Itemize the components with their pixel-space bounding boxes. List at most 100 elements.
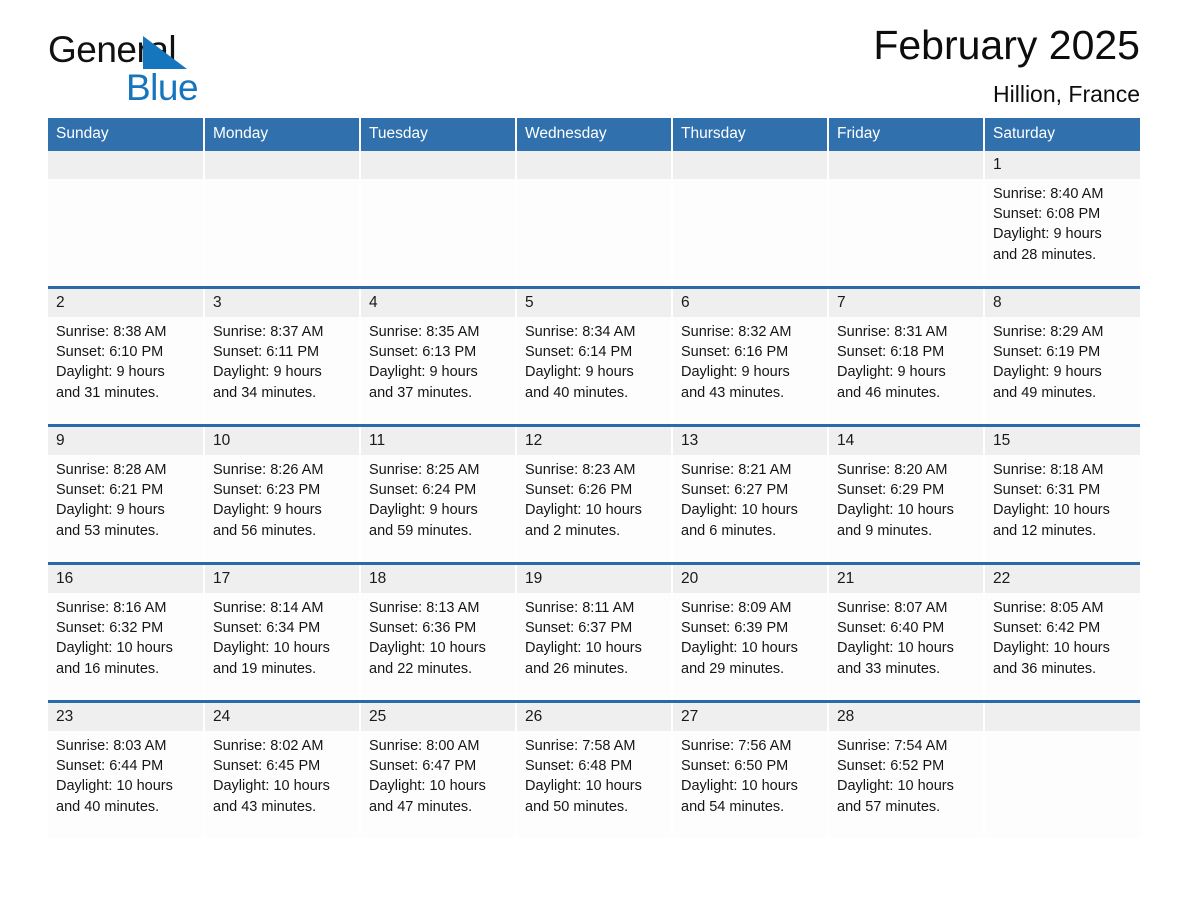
sunrise-time: Sunrise: 7:58 AM [525, 738, 636, 754]
sunrise-time: Sunrise: 8:31 AM [837, 324, 948, 340]
calendar-day-cell[interactable]: 10 Sunrise: 8:26 AM Sunset: 6:23 PM Dayligh… [204, 424, 361, 564]
day-sun-info: Sunrise: 8:21 AM Sunset: 6:27 PM Daylight:… [673, 455, 827, 541]
calendar-day-cell[interactable]: 18 Sunrise: 8:13 AM Sunset: 6:36 PM Dayligh… [360, 562, 517, 702]
calendar-week-row: 1 Sunrise: 8:40 AM Sunset: 6:08 PM Daylight… [48, 151, 1140, 288]
day-number: 6 [673, 289, 827, 317]
day-sun-info: Sunrise: 8:28 AM Sunset: 6:21 PM Daylight:… [48, 455, 203, 541]
daylight-duration-line2: and 6 minutes. [681, 522, 777, 539]
calendar-day-cell[interactable]: 2 Sunrise: 8:38 AM Sunset: 6:10 PM Daylight… [48, 286, 205, 426]
calendar-day-cell[interactable]: 26 Sunrise: 7:58 AM Sunset: 6:48 PM Dayligh… [516, 700, 673, 838]
calendar-day-cell[interactable]: 23 Sunrise: 8:03 AM Sunset: 6:44 PM Dayligh… [48, 700, 205, 838]
daylight-duration-line1: Daylight: 9 hours [56, 364, 165, 381]
sunrise-time: Sunrise: 7:56 AM [681, 738, 792, 754]
page-title: February 2025 [873, 22, 1140, 68]
daylight-duration-line2: and 28 minutes. [993, 246, 1097, 263]
calendar-day-cell[interactable]: 5 Sunrise: 8:34 AM Sunset: 6:14 PM Daylight… [516, 286, 673, 426]
weekday-header-monday: Monday [204, 118, 361, 151]
day-sun-info: Sunrise: 7:54 AM Sunset: 6:52 PM Daylight:… [829, 731, 983, 817]
calendar-day-cell[interactable]: 14 Sunrise: 8:20 AM Sunset: 6:29 PM Dayligh… [828, 424, 985, 564]
day-sun-info: Sunrise: 8:37 AM Sunset: 6:11 PM Daylight:… [205, 317, 359, 403]
daylight-duration-line1: Daylight: 10 hours [837, 502, 954, 519]
calendar-day-cell[interactable]: 6 Sunrise: 8:32 AM Sunset: 6:16 PM Daylight… [672, 286, 829, 426]
day-number: 18 [361, 565, 515, 593]
sunset-time: Sunset: 6:45 PM [213, 758, 321, 775]
day-sun-info: Sunrise: 8:00 AM Sunset: 6:47 PM Daylight:… [361, 731, 515, 817]
daylight-duration-line1: Daylight: 10 hours [56, 640, 173, 657]
weekday-header-friday: Friday [828, 118, 985, 151]
daylight-duration-line2: and 40 minutes. [56, 798, 160, 815]
logo-triangle-icon [143, 36, 187, 69]
calendar-day-cell[interactable]: 16 Sunrise: 8:16 AM Sunset: 6:32 PM Dayligh… [48, 562, 205, 702]
daylight-duration-line1: Daylight: 9 hours [681, 364, 790, 381]
calendar-day-cell[interactable]: 17 Sunrise: 8:14 AM Sunset: 6:34 PM Dayligh… [204, 562, 361, 702]
day-sun-info: Sunrise: 8:09 AM Sunset: 6:39 PM Daylight:… [673, 593, 827, 679]
calendar-day-cell[interactable]: 7 Sunrise: 8:31 AM Sunset: 6:18 PM Daylight… [828, 286, 985, 426]
sunset-time: Sunset: 6:24 PM [369, 482, 477, 499]
calendar-day-cell[interactable]: 1 Sunrise: 8:40 AM Sunset: 6:08 PM Daylight… [984, 151, 1140, 288]
calendar-day-cell[interactable]: 25 Sunrise: 8:00 AM Sunset: 6:47 PM Dayligh… [360, 700, 517, 838]
calendar-day-cell[interactable]: 20 Sunrise: 8:09 AM Sunset: 6:39 PM Dayligh… [672, 562, 829, 702]
sunrise-time: Sunrise: 8:34 AM [525, 324, 636, 340]
sunrise-time: Sunrise: 8:38 AM [56, 324, 167, 340]
calendar-day-cell[interactable]: 28 Sunrise: 7:54 AM Sunset: 6:52 PM Dayligh… [828, 700, 985, 838]
daylight-duration-line1: Daylight: 10 hours [369, 778, 486, 795]
daylight-duration-line2: and 29 minutes. [681, 660, 785, 677]
sunrise-time: Sunrise: 8:40 AM [993, 186, 1104, 202]
calendar-day-cell[interactable]: 21 Sunrise: 8:07 AM Sunset: 6:40 PM Dayligh… [828, 562, 985, 702]
day-sun-info: Sunrise: 8:18 AM Sunset: 6:31 PM Daylight:… [985, 455, 1140, 541]
day-number [205, 151, 359, 179]
sunrise-time: Sunrise: 8:25 AM [369, 462, 480, 478]
sunset-time: Sunset: 6:16 PM [681, 344, 789, 361]
sunset-time: Sunset: 6:39 PM [681, 620, 789, 637]
daylight-duration-line2: and 49 minutes. [993, 384, 1097, 401]
daylight-duration-line2: and 36 minutes. [993, 660, 1097, 677]
day-number: 20 [673, 565, 827, 593]
sunset-time: Sunset: 6:31 PM [993, 482, 1101, 499]
sunrise-time: Sunrise: 8:16 AM [56, 600, 167, 616]
daylight-duration-line2: and 43 minutes. [681, 384, 785, 401]
sunrise-time: Sunrise: 8:18 AM [993, 462, 1104, 478]
day-sun-info: Sunrise: 8:35 AM Sunset: 6:13 PM Daylight:… [361, 317, 515, 403]
day-number [48, 151, 203, 179]
calendar-empty-cell [48, 151, 205, 288]
sunrise-time: Sunrise: 8:28 AM [56, 462, 167, 478]
calendar-day-cell[interactable]: 15 Sunrise: 8:18 AM Sunset: 6:31 PM Dayligh… [984, 424, 1140, 564]
sunrise-time: Sunrise: 8:02 AM [213, 738, 324, 754]
sunset-time: Sunset: 6:10 PM [56, 344, 164, 361]
sunrise-time: Sunrise: 8:26 AM [213, 462, 324, 478]
sunrise-time: Sunrise: 8:00 AM [369, 738, 480, 754]
daylight-duration-line2: and 56 minutes. [213, 522, 317, 539]
day-number: 11 [361, 427, 515, 455]
daylight-duration-line1: Daylight: 10 hours [681, 778, 798, 795]
calendar-day-cell[interactable]: 22 Sunrise: 8:05 AM Sunset: 6:42 PM Dayligh… [984, 562, 1140, 702]
day-number: 23 [48, 703, 203, 731]
day-number [985, 703, 1140, 731]
daylight-duration-line2: and 33 minutes. [837, 660, 941, 677]
calendar-day-cell[interactable]: 11 Sunrise: 8:25 AM Sunset: 6:24 PM Dayligh… [360, 424, 517, 564]
sunset-time: Sunset: 6:29 PM [837, 482, 945, 499]
daylight-duration-line1: Daylight: 9 hours [213, 502, 322, 519]
calendar-day-cell[interactable]: 9 Sunrise: 8:28 AM Sunset: 6:21 PM Daylight… [48, 424, 205, 564]
sunrise-time: Sunrise: 8:37 AM [213, 324, 324, 340]
general-blue-logo: General Blue [48, 30, 348, 110]
calendar-day-cell[interactable]: 19 Sunrise: 8:11 AM Sunset: 6:37 PM Dayligh… [516, 562, 673, 702]
calendar-day-cell[interactable]: 27 Sunrise: 7:56 AM Sunset: 6:50 PM Dayligh… [672, 700, 829, 838]
calendar-day-cell[interactable]: 4 Sunrise: 8:35 AM Sunset: 6:13 PM Daylight… [360, 286, 517, 426]
calendar-day-cell[interactable]: 24 Sunrise: 8:02 AM Sunset: 6:45 PM Dayligh… [204, 700, 361, 838]
day-sun-info: Sunrise: 8:23 AM Sunset: 6:26 PM Daylight:… [517, 455, 671, 541]
calendar-day-cell[interactable]: 12 Sunrise: 8:23 AM Sunset: 6:26 PM Dayligh… [516, 424, 673, 564]
calendar-day-cell[interactable]: 8 Sunrise: 8:29 AM Sunset: 6:19 PM Daylight… [984, 286, 1140, 426]
sunrise-time: Sunrise: 8:14 AM [213, 600, 324, 616]
daylight-duration-line2: and 53 minutes. [56, 522, 160, 539]
sunrise-time: Sunrise: 8:09 AM [681, 600, 792, 616]
calendar-day-cell[interactable]: 3 Sunrise: 8:37 AM Sunset: 6:11 PM Daylight… [204, 286, 361, 426]
daylight-duration-line1: Daylight: 10 hours [681, 640, 798, 657]
calendar-empty-cell [360, 151, 517, 288]
daylight-duration-line1: Daylight: 10 hours [837, 640, 954, 657]
sunset-time: Sunset: 6:11 PM [213, 344, 320, 361]
daylight-duration-line2: and 59 minutes. [369, 522, 473, 539]
sunset-time: Sunset: 6:37 PM [525, 620, 633, 637]
daylight-duration-line1: Daylight: 10 hours [525, 778, 642, 795]
calendar-day-cell[interactable]: 13 Sunrise: 8:21 AM Sunset: 6:27 PM Dayligh… [672, 424, 829, 564]
sunset-time: Sunset: 6:42 PM [993, 620, 1101, 637]
